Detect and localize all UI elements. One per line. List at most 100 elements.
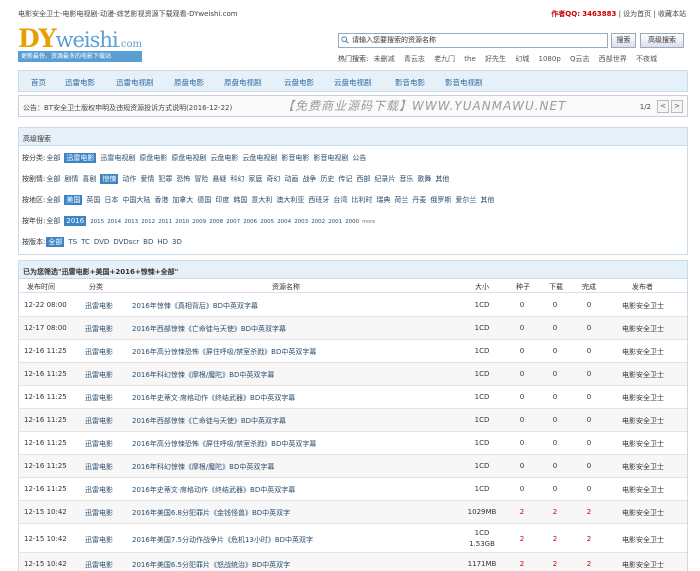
row-category[interactable]: 迅雷电影 [85, 462, 113, 472]
nav-item-bluray-tv[interactable]: 原盘电视剧 [224, 77, 262, 88]
filter-option[interactable]: 2016 [64, 216, 87, 226]
table-row[interactable]: 12-16 11:25 迅雷电影 2016年高分惊悚恐怖《屏住呼吸/禁室杀戮》BD中… [19, 340, 687, 363]
filter-option[interactable]: 2013 [124, 219, 138, 225]
row-publisher[interactable]: 电影安全卫士 [622, 439, 664, 449]
row-category[interactable]: 迅雷电影 [85, 324, 113, 334]
filter-option[interactable]: 2015 [90, 219, 104, 225]
row-name[interactable]: 2016年高分惊悚恐怖《屏住呼吸/禁室杀戮》BD中英双字幕 [132, 347, 316, 357]
table-row[interactable]: 12-22 08:00 迅雷电影 2016年惊悚《真相背后》BD中英双字幕 0 0 0 电影… [19, 294, 687, 317]
nav-item-media-movie[interactable]: 影音电影 [395, 77, 425, 88]
row-category[interactable]: 迅雷电影 [85, 485, 113, 495]
filter-option[interactable]: 家庭 [248, 175, 262, 183]
filter-option[interactable]: 其他 [435, 175, 449, 183]
filter-option[interactable]: 迅雷电视剧 [100, 154, 135, 162]
nav-item-xunlei-tv[interactable]: 迅雷电视剧 [116, 77, 154, 88]
filter-option[interactable]: 2005 [260, 219, 274, 225]
filter-option[interactable]: 2006 [243, 219, 257, 225]
filter-option[interactable]: DVDscr [113, 238, 139, 246]
table-row[interactable]: 12-16 11:25 迅雷电影 2016年高分惊悚恐怖《屏住呼吸/禁室杀戮》BD中… [19, 432, 687, 455]
row-name[interactable]: 2016年科幻惊悚《摩根/魔陀》BD中英双字幕 [132, 462, 274, 472]
row-publisher[interactable]: 电影安全卫士 [622, 535, 664, 545]
filter-option[interactable]: 澳大利亚 [276, 196, 304, 204]
row-name[interactable]: 2016年惊悚《真相背后》BD中英双字幕 [132, 301, 258, 311]
filter-option[interactable]: 剧情 [64, 175, 78, 183]
table-row[interactable]: 12-16 11:25 迅雷电影 2016年科幻惊悚《摩根/魔陀》BD中英双字幕 0 0… [19, 455, 687, 478]
filter-option[interactable]: 全部 [46, 154, 60, 162]
filter-option[interactable]: 西班牙 [308, 196, 329, 204]
filter-option[interactable]: 动作 [122, 175, 136, 183]
filter-option[interactable]: 2011 [158, 219, 172, 225]
filter-option[interactable]: 荷兰 [394, 196, 408, 204]
filter-option[interactable]: 中国大陆 [122, 196, 150, 204]
filter-option[interactable]: 其他 [480, 196, 494, 204]
table-row[interactable]: 12-15 10:42 迅雷电影 2016年美国6.5分犯罪片《怒战统治》BD中英双… [19, 553, 687, 571]
table-row[interactable]: 12-16 11:25 迅雷电影 2016年史蒂文·席格动作《终结武器》BD中英双字… [19, 478, 687, 501]
filter-option[interactable]: 比利时 [351, 196, 372, 204]
filter-option[interactable]: 冒险 [194, 175, 208, 183]
nav-item-xunlei-movie[interactable]: 迅雷电影 [65, 77, 95, 88]
filter-option[interactable]: 爱情 [140, 175, 154, 183]
search-button[interactable]: 搜索 [611, 33, 636, 48]
filter-option[interactable]: 全部 [46, 196, 60, 204]
hot-item[interactable]: 好先生 [485, 55, 506, 63]
row-category[interactable]: 迅雷电影 [85, 508, 113, 518]
filter-option[interactable]: 英国 [86, 196, 100, 204]
filter-option[interactable]: 歌舞 [417, 175, 431, 183]
row-category[interactable]: 迅雷电影 [85, 416, 113, 426]
row-publisher[interactable]: 电影安全卫士 [622, 347, 664, 357]
row-category[interactable]: 迅雷电影 [85, 301, 113, 311]
hot-item[interactable]: 1080p [539, 55, 561, 63]
filter-option[interactable]: 2008 [209, 219, 223, 225]
row-publisher[interactable]: 电影安全卫士 [622, 301, 664, 311]
table-row[interactable]: 12-15 10:42 迅雷电影 2016年美国6.8分犯罪片《金钱怪兽》BD中英双… [19, 501, 687, 524]
row-publisher[interactable]: 电影安全卫士 [622, 508, 664, 518]
filter-option[interactable]: TC [81, 238, 90, 246]
row-category[interactable]: 迅雷电影 [85, 347, 113, 357]
filter-option[interactable]: 2004 [277, 219, 291, 225]
filter-more-link[interactable]: more [362, 219, 375, 225]
hot-item[interactable]: 幻城 [515, 55, 529, 63]
filter-option[interactable]: 韩国 [233, 196, 247, 204]
filter-option[interactable]: 历史 [320, 175, 334, 183]
row-publisher[interactable]: 电影安全卫士 [622, 462, 664, 472]
table-row[interactable]: 12-16 11:25 迅雷电影 2016年西部惊悚《亡命徒与天使》BD中英双字幕 0… [19, 409, 687, 432]
filter-option[interactable]: 云盘电视剧 [242, 154, 277, 162]
nav-item-bluray-movie[interactable]: 原盘电影 [174, 77, 204, 88]
filter-option[interactable]: 传记 [338, 175, 352, 183]
filter-option[interactable]: 2012 [141, 219, 155, 225]
filter-option[interactable]: 犯罪 [158, 175, 172, 183]
filter-option[interactable]: 纪录片 [374, 175, 395, 183]
filter-option[interactable]: 2002 [311, 219, 325, 225]
row-name[interactable]: 2016年史蒂文·席格动作《终结武器》BD中英双字幕 [132, 393, 295, 403]
filter-option[interactable]: 战争 [302, 175, 316, 183]
filter-option[interactable]: 2003 [294, 219, 308, 225]
nav-item-home[interactable]: 首页 [31, 77, 46, 88]
row-name[interactable]: 2016年美国6.5分犯罪片《怒战统治》BD中英双字 [132, 560, 290, 570]
nav-item-cloud-movie[interactable]: 云盘电影 [284, 77, 314, 88]
hot-item[interactable]: 不夜城 [636, 55, 657, 63]
favorite-link[interactable]: 收藏本站 [658, 10, 686, 18]
row-publisher[interactable]: 电影安全卫士 [622, 324, 664, 334]
filter-option[interactable]: TS [68, 238, 77, 246]
row-name[interactable]: 2016年西部惊悚《亡命徒与天使》BD中英双字幕 [132, 416, 286, 426]
notice-text[interactable]: 公告：BT安全卫士版权申明及违规资源投诉方式说明(2016-12-22) [23, 103, 232, 113]
set-home-link[interactable]: 设为首页 [623, 10, 651, 18]
filter-option[interactable]: 喜剧 [82, 175, 96, 183]
table-row[interactable]: 12-16 11:25 迅雷电影 2016年史蒂文·席格动作《终结武器》BD中英双字… [19, 386, 687, 409]
nav-item-media-tv[interactable]: 影音电视剧 [445, 77, 483, 88]
row-publisher[interactable]: 电影安全卫士 [622, 370, 664, 380]
filter-option[interactable]: 德国 [197, 196, 211, 204]
filter-option[interactable]: 全部 [46, 175, 60, 183]
filter-option[interactable]: 瑞典 [376, 196, 390, 204]
hot-item[interactable]: the [464, 55, 476, 63]
row-category[interactable]: 迅雷电影 [85, 439, 113, 449]
hot-item[interactable]: Q云志 [570, 55, 590, 63]
filter-option[interactable]: 印度 [215, 196, 229, 204]
search-input[interactable]: 请输入您要搜索的资源名称 [338, 33, 608, 48]
filter-option[interactable]: 3D [172, 238, 182, 246]
filter-option[interactable]: 2009 [192, 219, 206, 225]
filter-option[interactable]: 2010 [175, 219, 189, 225]
row-name[interactable]: 2016年西部惊悚《亡命徒与天使》BD中英双字幕 [132, 324, 286, 334]
filter-option[interactable]: 动画 [284, 175, 298, 183]
filter-option[interactable]: 香港 [154, 196, 168, 204]
